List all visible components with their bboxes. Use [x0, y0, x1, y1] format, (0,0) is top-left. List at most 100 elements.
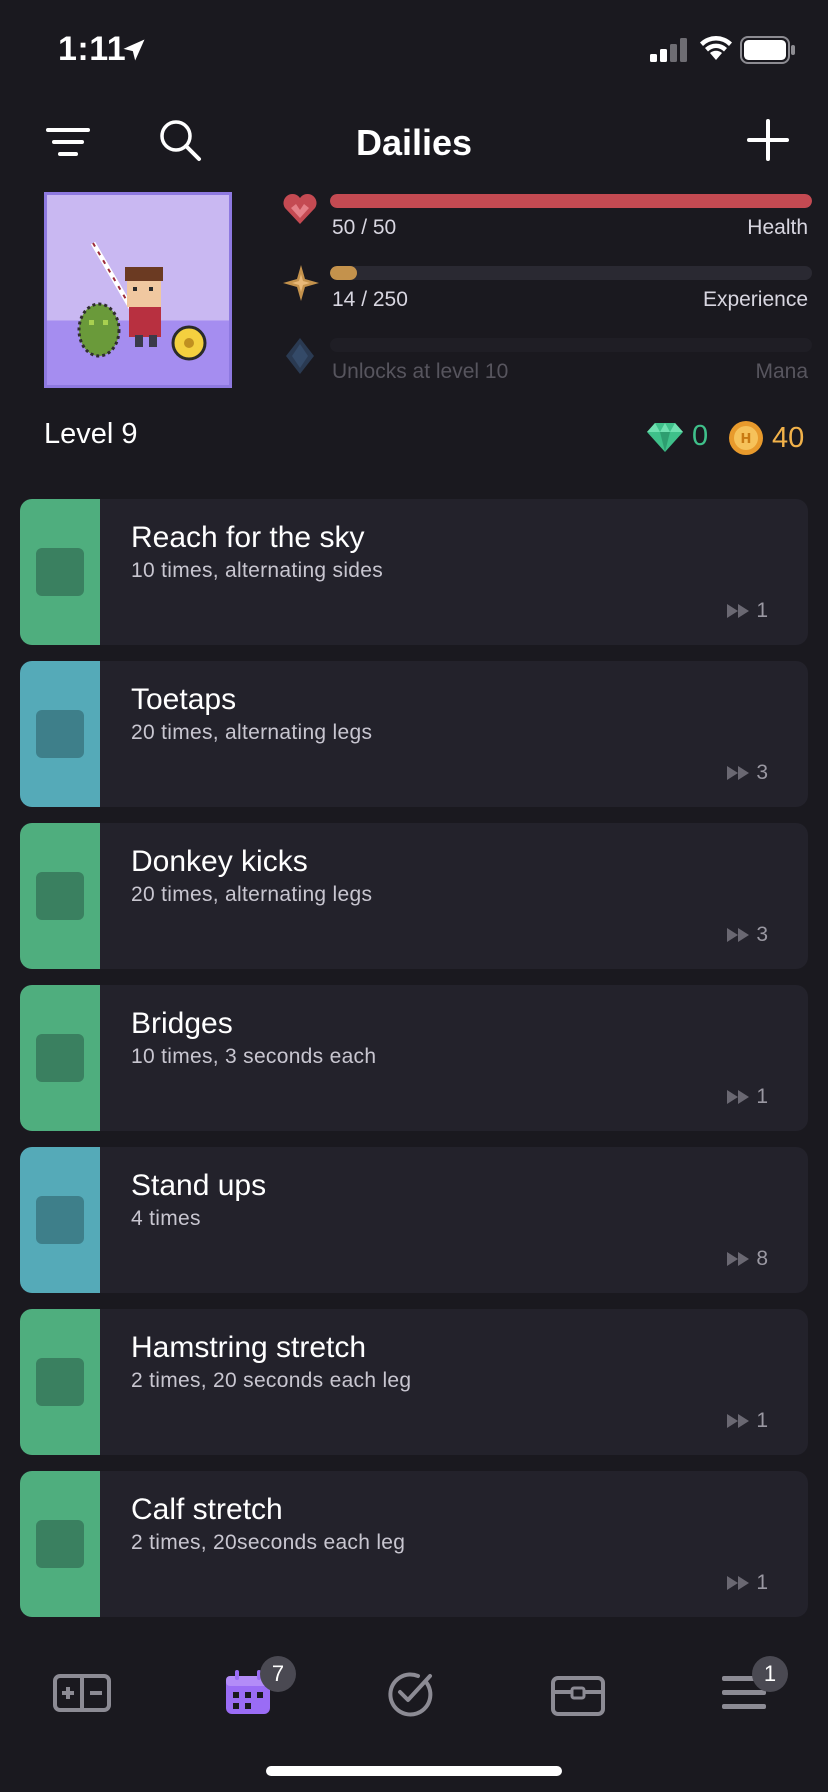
task-color-strip	[20, 823, 100, 969]
mana-label: Mana	[755, 360, 808, 383]
task-checkbox[interactable]	[36, 710, 84, 758]
task-streak-count: 1	[756, 599, 768, 622]
avatar[interactable]	[44, 192, 232, 388]
avatar-sprite-icon	[77, 241, 207, 361]
task-card[interactable]: Hamstring stretch 2 times, 20 seconds ea…	[20, 1309, 808, 1455]
gems-balance[interactable]: 0	[646, 420, 708, 453]
location-arrow-icon	[123, 39, 145, 61]
tab-dailies[interactable]: 7	[208, 1656, 296, 1726]
task-notes: 10 times, alternating sides	[131, 559, 384, 582]
task-checkbox[interactable]	[36, 1358, 84, 1406]
task-checkbox[interactable]	[36, 1196, 84, 1244]
task-card[interactable]: Reach for the sky 10 times, alternating …	[20, 499, 808, 645]
streak-icon	[727, 1252, 750, 1266]
gold-coin-icon: H	[729, 421, 763, 455]
task-checkbox[interactable]	[36, 872, 84, 920]
star-icon	[283, 265, 319, 301]
task-checkbox[interactable]	[36, 1520, 84, 1568]
gems-count: 0	[692, 420, 709, 452]
task-streak-count: 3	[756, 761, 768, 784]
experience-label: Experience	[702, 288, 808, 311]
task-card[interactable]: Bridges 10 times, 3 seconds each 1	[20, 985, 808, 1131]
task-checkbox[interactable]	[36, 1034, 84, 1082]
task-streak: 3	[726, 923, 768, 947]
chest-icon	[551, 1676, 605, 1716]
task-title: Hamstring stretch	[131, 1331, 367, 1364]
task-streak-count: 1	[756, 1571, 768, 1594]
task-title: Toetaps	[131, 683, 237, 716]
page-title: Dailies	[355, 122, 473, 163]
task-streak-count: 1	[756, 1085, 768, 1108]
task-card[interactable]: Donkey kicks 20 times, alternating legs …	[20, 823, 808, 969]
task-title: Calf stretch	[131, 1493, 283, 1526]
menu-badge: 1	[752, 1656, 788, 1692]
streak-icon	[727, 604, 750, 618]
habits-icon	[53, 1674, 111, 1712]
header: Dailies	[0, 100, 828, 190]
mana-crystal-icon	[286, 338, 314, 374]
streak-icon	[727, 928, 750, 942]
task-streak: 1	[726, 599, 768, 623]
task-color-strip	[20, 661, 100, 807]
health-value: 50 / 50	[332, 216, 397, 239]
experience-stat: 14 / 250 Experience	[280, 264, 812, 330]
wifi-icon	[700, 36, 732, 60]
cellular-signal-icon	[650, 38, 687, 62]
mana-stat: Unlocks at level 10 Mana	[280, 336, 812, 402]
task-notes: 10 times, 3 seconds each	[131, 1045, 377, 1068]
mana-value: Unlocks at level 10	[332, 360, 509, 383]
task-card[interactable]: Toetaps 20 times, alternating legs 3	[20, 661, 808, 807]
tab-menu[interactable]: 1	[704, 1656, 788, 1726]
task-card[interactable]: Stand ups 4 times 8	[20, 1147, 808, 1293]
task-streak: 3	[726, 761, 768, 785]
task-streak: 1	[726, 1085, 768, 1109]
task-title: Bridges	[131, 1007, 233, 1040]
task-streak: 8	[726, 1247, 768, 1271]
task-notes: 4 times	[131, 1207, 201, 1230]
heart-icon	[283, 193, 317, 224]
streak-icon	[727, 1090, 750, 1104]
task-notes: 2 times, 20seconds each leg	[131, 1531, 406, 1554]
tab-todos[interactable]	[370, 1656, 450, 1726]
home-indicator	[266, 1766, 562, 1776]
task-title: Donkey kicks	[131, 845, 308, 878]
status-bar: 1:11	[0, 0, 828, 100]
experience-value: 14 / 250	[332, 288, 408, 311]
task-color-strip	[20, 985, 100, 1131]
tab-habits[interactable]	[42, 1656, 122, 1726]
check-circle-icon	[388, 1672, 433, 1717]
task-streak: 1	[726, 1571, 768, 1595]
mana-bar	[330, 338, 812, 352]
streak-icon	[727, 1576, 750, 1590]
gold-count: 40	[772, 421, 805, 454]
dailies-badge: 7	[260, 1656, 296, 1692]
experience-bar-fill	[330, 266, 357, 280]
task-color-strip	[20, 1147, 100, 1293]
task-color-strip	[20, 1309, 100, 1455]
gold-balance[interactable]: H 40	[728, 420, 804, 456]
task-notes: 2 times, 20 seconds each leg	[131, 1369, 412, 1392]
task-notes: 20 times, alternating legs	[131, 721, 373, 744]
task-notes: 20 times, alternating legs	[131, 883, 373, 906]
health-stat: 50 / 50 Health	[280, 192, 812, 258]
battery-icon	[740, 36, 795, 64]
task-color-strip	[20, 499, 100, 645]
task-card[interactable]: Calf stretch 2 times, 20seconds each leg…	[20, 1471, 808, 1617]
task-title: Reach for the sky	[131, 521, 365, 554]
streak-icon	[727, 1414, 750, 1428]
task-checkbox[interactable]	[36, 548, 84, 596]
status-time: 1:11	[58, 30, 127, 68]
health-bar-fill	[330, 194, 812, 208]
svg-text:H: H	[741, 432, 752, 447]
gem-icon	[647, 422, 683, 452]
task-streak-count: 3	[756, 923, 768, 946]
task-list: Reach for the sky 10 times, alternating …	[20, 499, 808, 1633]
tab-rewards[interactable]	[538, 1656, 618, 1726]
task-color-strip	[20, 1471, 100, 1617]
add-icon[interactable]	[746, 118, 790, 162]
experience-bar	[330, 266, 812, 280]
task-streak-count: 1	[756, 1409, 768, 1432]
health-label: Health	[747, 216, 808, 239]
task-streak: 1	[726, 1409, 768, 1433]
level-label: Level 9	[44, 418, 138, 450]
